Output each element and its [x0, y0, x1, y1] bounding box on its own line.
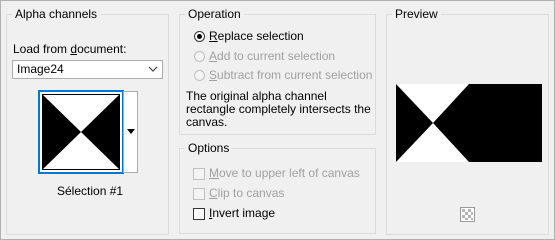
radio-dot	[197, 34, 202, 39]
operation-title: Operation	[185, 7, 244, 21]
subtract-selection-radio[interactable]	[194, 70, 205, 81]
add-selection-label[interactable]: Add to current selection	[209, 49, 335, 64]
alpha-channels-title: Alpha channels	[12, 7, 101, 21]
transparency-checker-icon[interactable]	[460, 207, 475, 222]
replace-selection-radio[interactable]	[194, 31, 205, 42]
add-selection-radio[interactable]	[194, 51, 205, 62]
clip-to-canvas-label[interactable]: Clip to canvas	[209, 186, 284, 201]
document-select-value: Image24	[17, 62, 64, 76]
selection-name-label: Sélection #1	[57, 184, 124, 198]
hourglass-thumbnail-image	[42, 94, 120, 170]
move-to-upper-left-checkbox[interactable]	[193, 168, 205, 180]
replace-selection-label[interactable]: Replace selection	[209, 29, 304, 44]
subtract-selection-label[interactable]: Subtract from current selection	[209, 68, 372, 83]
caret-down-icon	[127, 129, 135, 134]
move-to-upper-left-label[interactable]: Move to upper left of canvas	[209, 166, 360, 181]
preview-title: Preview	[392, 7, 441, 21]
document-select[interactable]: Image24	[12, 60, 163, 79]
thumbnail-dropdown-button[interactable]	[123, 91, 138, 173]
invert-image-label[interactable]: Invert image	[209, 206, 275, 221]
chevron-down-icon	[148, 66, 158, 72]
load-from-document-label: Load from document:	[13, 42, 127, 56]
preview-image	[396, 84, 542, 162]
intersection-info-line-3: canvas.	[186, 115, 228, 129]
clip-to-canvas-checkbox[interactable]	[193, 188, 205, 200]
options-title: Options	[185, 141, 233, 155]
channel-thumbnail[interactable]	[38, 90, 124, 174]
invert-image-checkbox[interactable]	[193, 208, 205, 220]
